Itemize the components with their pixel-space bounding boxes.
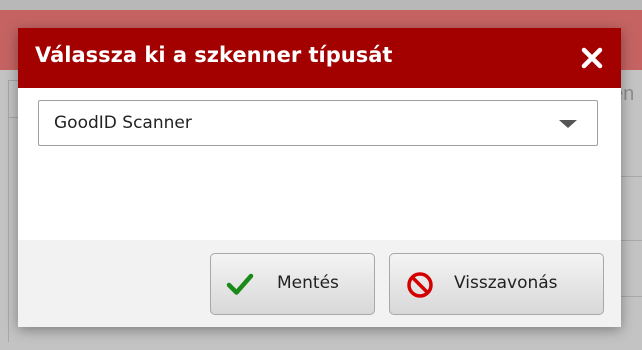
cancel-button[interactable]: Visszavonás xyxy=(389,253,604,315)
save-button-label: Mentés xyxy=(277,273,339,293)
background-divider xyxy=(8,82,9,342)
close-icon xyxy=(581,47,603,69)
dialog-titlebar: Válassza ki a szkenner típusát xyxy=(18,28,621,88)
save-button[interactable]: Mentés xyxy=(210,253,375,315)
chevron-down-icon xyxy=(559,120,577,128)
check-icon xyxy=(226,273,254,295)
dialog-title: Válassza ki a szkenner típusát xyxy=(35,43,393,67)
scanner-type-selected-value: GoodID Scanner xyxy=(54,113,192,133)
cancel-button-label: Visszavonás xyxy=(454,273,558,293)
scanner-type-dialog: Válassza ki a szkenner típusát GoodID Sc… xyxy=(18,28,621,327)
close-button[interactable] xyxy=(577,43,607,73)
dialog-footer: Mentés Visszavonás xyxy=(18,240,621,327)
dialog-body: GoodID Scanner xyxy=(18,88,621,240)
prohibited-icon xyxy=(407,272,433,298)
scanner-type-select[interactable]: GoodID Scanner xyxy=(38,100,598,146)
